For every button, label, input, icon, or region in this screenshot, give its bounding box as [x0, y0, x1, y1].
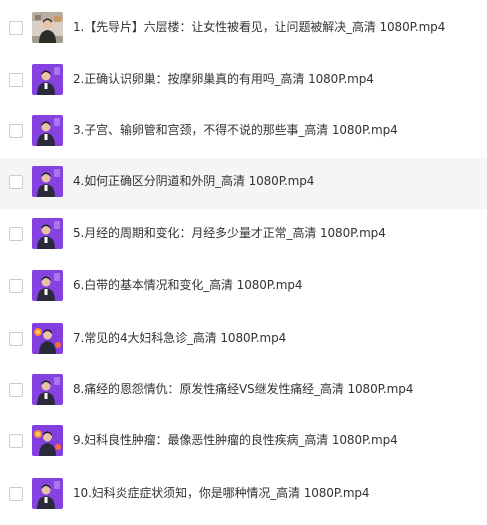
file-row[interactable]: 1.【先导片】六层楼：让女性被看见，让问题被解决_高清 1080P.mp4: [0, 4, 487, 55]
file-name[interactable]: 2.正确认识卵巢：按摩卵巢真的有用吗_高清 1080P.mp4: [73, 71, 374, 87]
file-row[interactable]: 4.如何正确区分阴道和外阴_高清 1080P.mp4: [0, 158, 487, 209]
file-checkbox[interactable]: [9, 279, 23, 293]
file-name[interactable]: 9.妇科良性肿瘤：最像恶性肿瘤的良性疾病_高清 1080P.mp4: [73, 432, 398, 448]
file-checkbox[interactable]: [9, 383, 23, 397]
file-checkbox[interactable]: [9, 227, 23, 241]
video-thumbnail: [32, 166, 63, 197]
file-checkbox[interactable]: [9, 73, 23, 87]
video-thumbnail: [32, 478, 63, 509]
file-row[interactable]: 10.妇科炎症症状须知，你是哪种情况_高清 1080P.mp4: [0, 470, 487, 521]
video-thumbnail: [32, 12, 63, 43]
file-list: 1.【先导片】六层楼：让女性被看见，让问题被解决_高清 1080P.mp4 2.正…: [0, 0, 487, 525]
video-thumbnail: [32, 425, 63, 456]
file-row[interactable]: 2.正确认识卵巢：按摩卵巢真的有用吗_高清 1080P.mp4: [0, 56, 487, 107]
file-checkbox[interactable]: [9, 332, 23, 346]
video-thumbnail: [32, 64, 63, 95]
file-name[interactable]: 5.月经的周期和变化：月经多少量才正常_高清 1080P.mp4: [73, 225, 386, 241]
file-row[interactable]: 3.子宫、输卵管和宫颈，不得不说的那些事_高清 1080P.mp4: [0, 107, 487, 158]
file-checkbox[interactable]: [9, 175, 23, 189]
file-checkbox[interactable]: [9, 434, 23, 448]
video-thumbnail: [32, 374, 63, 405]
file-checkbox[interactable]: [9, 124, 23, 138]
video-thumbnail: [32, 115, 63, 146]
file-row[interactable]: 7.常见的4大妇科急诊_高清 1080P.mp4: [0, 315, 487, 366]
file-name[interactable]: 6.白带的基本情况和变化_高清 1080P.mp4: [73, 277, 303, 293]
file-row[interactable]: 5.月经的周期和变化：月经多少量才正常_高清 1080P.mp4: [0, 210, 487, 261]
file-name[interactable]: 8.痛经的恩怨情仇：原发性痛经VS继发性痛经_高清 1080P.mp4: [73, 381, 413, 397]
video-thumbnail: [32, 323, 63, 354]
file-checkbox[interactable]: [9, 487, 23, 501]
video-thumbnail: [32, 270, 63, 301]
file-name[interactable]: 4.如何正确区分阴道和外阴_高清 1080P.mp4: [73, 173, 314, 189]
video-thumbnail: [32, 218, 63, 249]
file-name[interactable]: 10.妇科炎症症状须知，你是哪种情况_高清 1080P.mp4: [73, 485, 370, 501]
file-name[interactable]: 3.子宫、输卵管和宫颈，不得不说的那些事_高清 1080P.mp4: [73, 122, 398, 138]
file-row[interactable]: 8.痛经的恩怨情仇：原发性痛经VS继发性痛经_高清 1080P.mp4: [0, 366, 487, 417]
file-name[interactable]: 7.常见的4大妇科急诊_高清 1080P.mp4: [73, 330, 286, 346]
file-row[interactable]: 6.白带的基本情况和变化_高清 1080P.mp4: [0, 262, 487, 313]
file-row[interactable]: 9.妇科良性肿瘤：最像恶性肿瘤的良性疾病_高清 1080P.mp4: [0, 417, 487, 468]
file-checkbox[interactable]: [9, 21, 23, 35]
file-name[interactable]: 1.【先导片】六层楼：让女性被看见，让问题被解决_高清 1080P.mp4: [73, 19, 445, 35]
